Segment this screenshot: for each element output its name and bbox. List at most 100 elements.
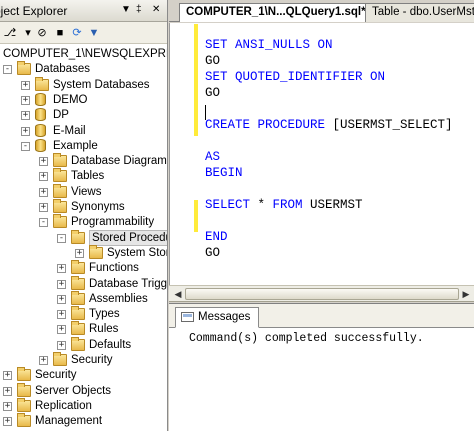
tree-assemblies[interactable]: + Assemblies bbox=[0, 290, 167, 307]
tree-views[interactable]: + Views bbox=[0, 183, 167, 200]
expand-icon[interactable]: + bbox=[57, 310, 66, 320]
expand-icon[interactable]: + bbox=[57, 340, 66, 350]
tree-management[interactable]: + Management bbox=[0, 413, 167, 429]
expand-icon[interactable]: + bbox=[39, 172, 48, 182]
code-line: SET QUOTED_IDENTIFIER ON bbox=[205, 69, 385, 85]
expand-icon[interactable]: + bbox=[39, 356, 48, 365]
expand-icon[interactable]: + bbox=[75, 248, 84, 258]
expand-icon[interactable]: + bbox=[21, 95, 30, 105]
tree-item-label: Views bbox=[71, 185, 102, 198]
tree-replication[interactable]: + Replication bbox=[0, 397, 167, 414]
folder-icon bbox=[17, 382, 31, 397]
expand-icon[interactable]: + bbox=[39, 203, 48, 212]
close-icon[interactable]: ✕ bbox=[152, 4, 160, 16]
tree-example[interactable]: - Example bbox=[0, 138, 167, 154]
collapse-icon[interactable]: - bbox=[21, 141, 30, 151]
tab-query-editor[interactable]: COMPUTER_1\N...QLQuery1.sql* bbox=[179, 3, 373, 22]
tree-functions[interactable]: + Functions bbox=[0, 260, 167, 276]
horizontal-scrollbar[interactable]: ◀ ▶ bbox=[169, 285, 474, 302]
tree-server[interactable]: COMPUTER_1\NEWSQLEXPRESS (SQ bbox=[0, 46, 167, 62]
tree-demo[interactable]: + DEMO bbox=[0, 92, 167, 108]
tree-defaults[interactable]: + Defaults bbox=[0, 336, 167, 353]
code-line: GO bbox=[205, 53, 220, 69]
tree-dp[interactable]: + DP bbox=[0, 107, 167, 123]
tree-types[interactable]: + Types bbox=[0, 306, 167, 322]
sql-keyword: END bbox=[205, 230, 228, 244]
expand-icon[interactable]: + bbox=[39, 187, 48, 197]
tree-item-label: Databases bbox=[35, 63, 90, 76]
tree-programmability[interactable]: - Programmability bbox=[0, 214, 167, 230]
sql-keyword: AS bbox=[205, 150, 221, 164]
tree-stored-procedures[interactable]: - Stored Procedures bbox=[0, 229, 167, 246]
tree-database-diagrams[interactable]: + Database Diagrams bbox=[0, 153, 167, 169]
scrollbar-thumb[interactable] bbox=[185, 288, 459, 300]
tab-table-designer[interactable]: Table - dbo.UserMst bbox=[365, 3, 474, 22]
expand-icon[interactable]: + bbox=[57, 279, 66, 289]
expand-icon[interactable]: + bbox=[3, 401, 12, 411]
tree-item-label: Stored Procedures bbox=[89, 229, 167, 246]
tree-tables[interactable]: + Tables bbox=[0, 168, 167, 184]
tree-item-label: Rules bbox=[89, 323, 119, 336]
folder-icon bbox=[71, 321, 85, 336]
tree-system-stored-procedures[interactable]: + System Stored P bbox=[0, 244, 167, 261]
folder-icon bbox=[53, 199, 67, 213]
tree-security[interactable]: + Security bbox=[0, 367, 167, 383]
object-explorer-toolbar: ⎇ ▾ ⊘ ■ ⟳ ▼ bbox=[0, 22, 167, 44]
disconnect-icon[interactable]: ⊘ bbox=[34, 25, 50, 41]
expand-icon[interactable]: + bbox=[3, 386, 12, 396]
text-caret bbox=[205, 105, 206, 120]
folder-icon bbox=[71, 275, 85, 290]
tree-db-security[interactable]: + Security bbox=[0, 352, 167, 368]
expand-icon[interactable]: + bbox=[3, 371, 12, 381]
sql-text: [USERMST_SELECT] bbox=[332, 118, 453, 132]
folder-icon bbox=[71, 290, 85, 305]
tree-databases[interactable]: - Databases bbox=[0, 61, 167, 77]
collapse-icon[interactable]: - bbox=[57, 233, 66, 243]
expand-icon[interactable]: + bbox=[57, 294, 66, 304]
expand-icon[interactable]: + bbox=[21, 111, 30, 121]
code-line: GO bbox=[205, 245, 220, 261]
results-tabbar: Messages bbox=[169, 304, 474, 328]
tab-messages[interactable]: Messages bbox=[175, 307, 260, 328]
tree-item-label: Server Objects bbox=[35, 384, 112, 397]
connect-icon[interactable]: ⎇ bbox=[2, 25, 18, 41]
collapse-icon[interactable]: - bbox=[3, 65, 12, 75]
sql-text: GO bbox=[205, 86, 221, 100]
tree-rules[interactable]: + Rules bbox=[0, 321, 167, 337]
tree-server-objects[interactable]: + Server Objects bbox=[0, 382, 167, 399]
tree-system-databases[interactable]: + System Databases bbox=[0, 76, 167, 93]
expand-icon[interactable]: + bbox=[21, 80, 30, 90]
folder-icon bbox=[17, 367, 31, 382]
expand-icon[interactable]: + bbox=[3, 417, 12, 427]
code-editor[interactable]: SET ANSI_NULLS ON GO SET QUOTED_IDENTIFIER… bbox=[169, 23, 474, 285]
sql-keyword: SET QUOTED_IDENTIFIER ON bbox=[205, 70, 386, 84]
tree-database-triggers[interactable]: + Database Triggers bbox=[0, 275, 167, 292]
code-line: CREATE PROCEDURE [USERMST_SELECT] bbox=[205, 117, 453, 133]
scroll-left-icon[interactable]: ◀ bbox=[171, 288, 185, 300]
database-icon bbox=[35, 138, 46, 152]
expand-icon[interactable]: + bbox=[39, 157, 48, 167]
scroll-right-icon[interactable]: ▶ bbox=[459, 288, 473, 300]
collapse-icon[interactable]: - bbox=[39, 218, 48, 228]
pin-icon[interactable]: ‡ bbox=[136, 4, 142, 16]
expand-icon[interactable]: + bbox=[21, 126, 30, 136]
changed-lines-marker bbox=[194, 200, 198, 232]
code-line: AS bbox=[205, 149, 220, 165]
filter-icon[interactable]: ▼ bbox=[86, 25, 102, 41]
stop-icon[interactable]: ■ bbox=[52, 25, 68, 41]
tree-email[interactable]: + E-Mail bbox=[0, 123, 167, 139]
expand-icon[interactable]: + bbox=[57, 264, 66, 274]
tree-synonyms[interactable]: + Synonyms bbox=[0, 199, 167, 215]
refresh-icon[interactable]: ⟳ bbox=[69, 25, 85, 41]
tree-item-label: Functions bbox=[89, 262, 139, 275]
results-panel: Messages Command(s) completed successful… bbox=[169, 303, 474, 431]
sql-keyword: SET ANSI_NULLS ON bbox=[205, 38, 333, 52]
expand-icon[interactable]: + bbox=[57, 325, 66, 335]
dropdown-arrow-icon[interactable]: ▼ bbox=[121, 4, 131, 16]
folder-icon bbox=[17, 61, 31, 76]
object-explorer-panel: bject Explorer ▼ ‡ ✕ ⎇ ▾ ⊘ ■ ⟳ ▼ COMPUTE… bbox=[0, 0, 168, 431]
query-editor-area: COMPUTER_1\N...QLQuery1.sql* Table - dbo… bbox=[169, 0, 474, 431]
messages-icon bbox=[181, 312, 194, 322]
tree-item-label: System Stored P bbox=[107, 246, 167, 259]
object-explorer-titlebar: bject Explorer ▼ ‡ ✕ bbox=[0, 0, 167, 22]
